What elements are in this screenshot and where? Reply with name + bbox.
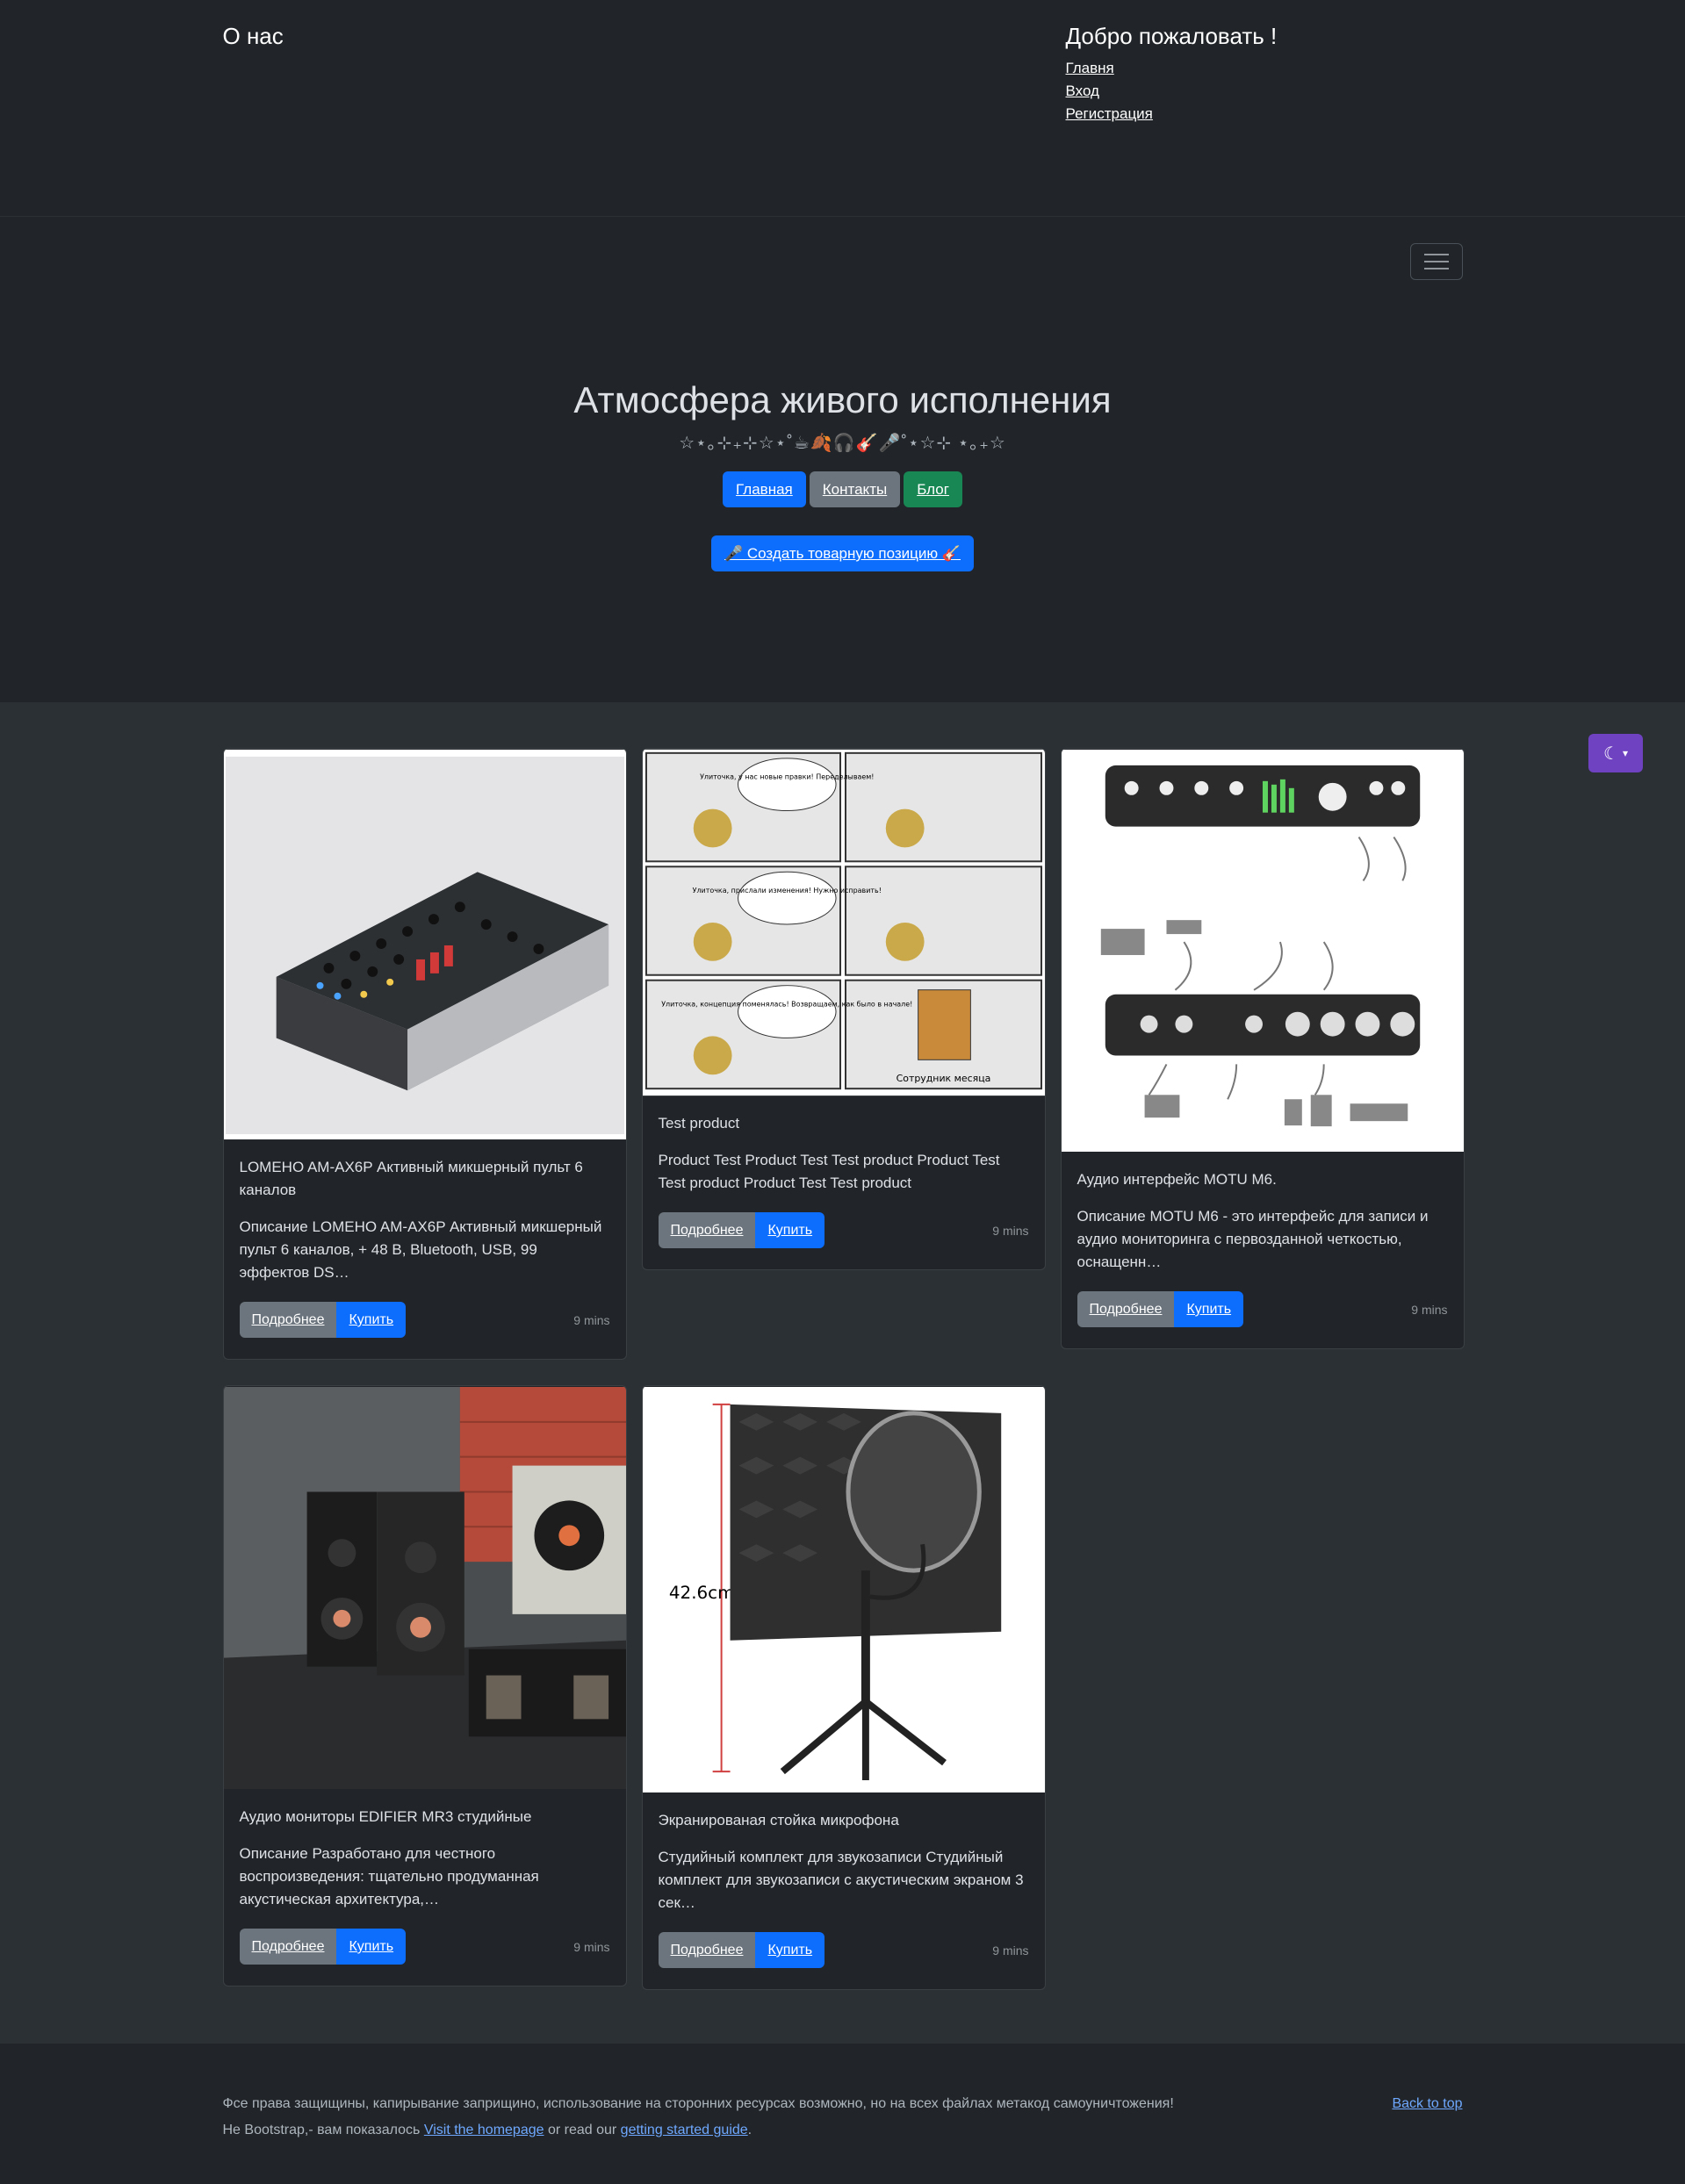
- link-main[interactable]: Главня: [1066, 60, 1114, 76]
- product-title: Аудио интерфейс MOTU M6.: [1077, 1171, 1277, 1188]
- about-title: О нас: [222, 23, 284, 49]
- chevron-down-icon: ▾: [1622, 747, 1628, 759]
- homepage-link[interactable]: Visit the homepage: [424, 2123, 544, 2137]
- product-card: Улиточка, у нас новые правки! Переделыва…: [641, 748, 1046, 1270]
- product-card: Аудио интерфейс MOTU M6. Описание MOTU M…: [1060, 748, 1465, 1349]
- product-title: LOMEHO AM-AX6P Активный микшерный пульт …: [239, 1159, 583, 1198]
- details-button[interactable]: Подробнее: [658, 1212, 756, 1248]
- product-title: Аудио мониторы EDIFIER MR3 студийные: [239, 1808, 532, 1825]
- about-text: [223, 57, 925, 189]
- buy-button[interactable]: Купить: [755, 1212, 825, 1248]
- monitors-image[interactable]: [223, 1386, 626, 1790]
- post-time: 9 mins: [992, 1223, 1029, 1238]
- guide-link[interactable]: getting started guide: [621, 2123, 748, 2137]
- welcome-links: Главня Вход Регистрация: [1066, 57, 1278, 126]
- copyright-text: Фсе права защищины, капирывание заприщин…: [222, 2096, 1174, 2111]
- hero-section: Атмосфера живого исполнения ☆⋆｡⊹₊⊹☆⋆˚☕🍂🎧…: [0, 283, 1685, 702]
- product-description: Описание LOMEHO AM-AX6P Активный микшерн…: [239, 1218, 602, 1281]
- moon-icon: ☾: [1603, 744, 1619, 764]
- comic-image[interactable]: Улиточка, у нас новые правки! Переделыва…: [642, 749, 1045, 1096]
- details-button[interactable]: Подробнее: [1077, 1291, 1175, 1327]
- post-time: 9 mins: [573, 1939, 610, 1954]
- welcome-section: Добро пожаловать ! Главня Вход Регистрац…: [1066, 23, 1278, 126]
- dimension-label: 42.6cm: [668, 1583, 734, 1603]
- product-description: Описание Разработано для честного воспро…: [239, 1845, 539, 1907]
- contacts-button[interactable]: Контакты: [809, 471, 901, 507]
- comic-bubble-1: Улиточка, у нас новые правки! Переделыва…: [700, 773, 874, 781]
- link-login[interactable]: Вход: [1066, 83, 1099, 99]
- hero-subtitle: ☆⋆｡⊹₊⊹☆⋆˚☕🍂🎧🎸🎤˚⋆☆⊹ ⋆｡₊☆: [679, 434, 1006, 453]
- product-description: Описание MOTU M6 - это интерфейс для зап…: [1077, 1208, 1429, 1270]
- product-description: Студийный комплект для звукозаписи Студи…: [658, 1849, 1024, 1911]
- details-button[interactable]: Подробнее: [239, 1929, 337, 1965]
- comic-caption: Сотрудник месяца: [896, 1073, 990, 1084]
- buy-button[interactable]: Купить: [755, 1932, 825, 1968]
- blog-button[interactable]: Блог: [904, 471, 962, 507]
- buy-button[interactable]: Купить: [336, 1929, 407, 1965]
- product-title: Экранированая стойка микрофона: [658, 1812, 899, 1828]
- post-time: 9 mins: [573, 1312, 610, 1327]
- comic-bubble-2: Улиточка, прислали изменения! Нужно испр…: [692, 887, 881, 894]
- create-product-button[interactable]: 🎤 Создать товарную позицию 🎸: [710, 535, 974, 571]
- buy-button[interactable]: Купить: [336, 1302, 407, 1338]
- hero-title: Атмосфера живого исполнения: [573, 379, 1112, 420]
- hero-nav-buttons: Главная Контакты Блог: [0, 471, 1685, 507]
- buy-button[interactable]: Купить: [1174, 1291, 1244, 1327]
- mic-stand-image[interactable]: 42.6cm: [642, 1386, 1045, 1793]
- product-album: LOMEHO AM-AX6P Активный микшерный пульт …: [0, 702, 1685, 2044]
- about-section: О нас: [223, 23, 925, 189]
- audio-interface-image[interactable]: [1061, 749, 1464, 1153]
- hamburger-icon: [1423, 254, 1449, 255]
- product-card: Аудио мониторы EDIFIER MR3 студийные Опи…: [222, 1385, 627, 1986]
- navbar: [0, 216, 1685, 283]
- product-title: Test product: [658, 1115, 740, 1132]
- back-to-top-link[interactable]: Back to top: [1392, 2096, 1462, 2112]
- product-card: LOMEHO AM-AX6P Активный микшерный пульт …: [222, 748, 627, 1360]
- post-time: 9 mins: [1411, 1302, 1448, 1317]
- product-description: Product Test Product Test Test product P…: [658, 1152, 1000, 1191]
- link-register[interactable]: Регистрация: [1066, 105, 1153, 122]
- mixer-image[interactable]: [223, 749, 626, 1140]
- details-button[interactable]: Подробнее: [658, 1932, 756, 1968]
- comic-bubble-3: Улиточка, концепция поменялась! Возвраща…: [661, 1001, 912, 1009]
- navbar-toggler-button[interactable]: [1409, 243, 1463, 280]
- post-time: 9 mins: [992, 1943, 1029, 1958]
- welcome-title: Добро пожаловать !: [1065, 23, 1278, 49]
- product-card: 42.6cm Экранированая стойка микрофона Ст…: [641, 1385, 1046, 1990]
- bootstrap-note: Не Bootstrap,- вам показалось Visit the …: [222, 2123, 752, 2137]
- theme-toggle-button[interactable]: ☾ ▾: [1588, 734, 1643, 772]
- details-button[interactable]: Подробнее: [239, 1302, 337, 1338]
- top-info-panel: О нас Добро пожаловать ! Главня Вход Рег…: [0, 0, 1685, 283]
- footer: Фсе права защищины, капирывание заприщин…: [0, 2044, 1685, 2184]
- main-button[interactable]: Главная: [723, 471, 806, 507]
